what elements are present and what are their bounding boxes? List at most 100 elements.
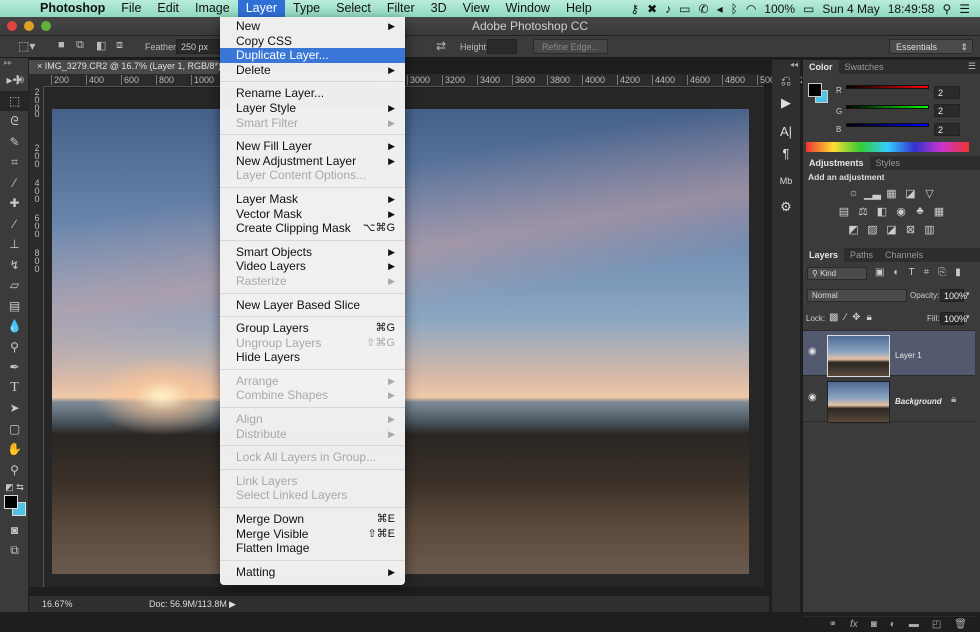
eyedropper-tool-icon[interactable]: ⁄ (0, 173, 29, 194)
marquee-tool-preset-icon[interactable]: ⬚▾ (18, 39, 35, 53)
spotlight-icon[interactable]: ⚲ (942, 2, 951, 16)
new-group-icon[interactable]: ▬ (909, 619, 919, 630)
menu-item-new-adjustment-layer[interactable]: New Adjustment Layer ▶ (220, 154, 405, 169)
menu-item-new[interactable]: New ▶ (220, 19, 405, 34)
brightness-contrast-icon[interactable]: ☼ (847, 187, 860, 199)
menu-edit[interactable]: Edit (149, 0, 187, 17)
tab-adjustments[interactable]: Adjustments (803, 156, 870, 170)
mini-bridge-icon[interactable]: Mb (772, 170, 800, 192)
height-input[interactable] (487, 39, 517, 54)
filter-toggle-icon[interactable]: ▮ (955, 267, 961, 278)
paragraph-panel-icon[interactable]: ¶ (772, 142, 800, 164)
wifi-icon[interactable]: ◠ (746, 2, 756, 16)
refine-edge-button[interactable]: Refine Edge... (533, 39, 609, 54)
shape-tool-icon[interactable]: ▢ (0, 419, 29, 440)
type-tool-icon[interactable]: T (0, 378, 29, 399)
menu-type[interactable]: Type (285, 0, 328, 17)
history-panel-icon[interactable]: ⎌ (772, 70, 800, 92)
dodge-tool-icon[interactable]: ⚲ (0, 337, 29, 358)
clone-stamp-tool-icon[interactable]: ⊥ (0, 234, 29, 255)
menu-help[interactable]: Help (558, 0, 600, 17)
subtract-selection-icon[interactable]: ◧ (96, 39, 106, 52)
menu-window[interactable]: Window (498, 0, 558, 17)
move-tool-icon[interactable]: ▸✚ (0, 70, 29, 91)
menu-filter[interactable]: Filter (379, 0, 423, 17)
tab-layers[interactable]: Layers (803, 248, 845, 262)
hue-saturation-icon[interactable]: ▤ (838, 205, 851, 218)
menu-file[interactable]: File (113, 0, 149, 17)
visibility-eye-icon[interactable]: ◉ (808, 346, 817, 357)
menu-item-new-fill-layer[interactable]: New Fill Layer ▶ (220, 139, 405, 154)
link-layers-icon[interactable]: ⚭ (829, 619, 837, 630)
tools-icon[interactable]: ✖ (647, 2, 657, 16)
battery-icon[interactable]: ▭ (803, 2, 814, 16)
menu-layer[interactable]: Layer (237, 0, 285, 17)
menu-item-flatten-image[interactable]: Flatten Image (220, 541, 405, 556)
fill-input[interactable]: 100% (940, 312, 967, 325)
filter-type-icon[interactable]: T (909, 267, 915, 278)
layer-name[interactable]: Background (895, 397, 942, 406)
foreground-color-swatch[interactable] (4, 495, 18, 509)
ruler-origin[interactable] (29, 74, 44, 87)
menu-item-delete[interactable]: Delete ▶ (220, 63, 405, 78)
filter-smart-object-icon[interactable]: ⎘ (938, 267, 946, 278)
quick-selection-tool-icon[interactable]: ✎ (0, 132, 29, 153)
menu-item-duplicate-layer[interactable]: Duplicate Layer... (220, 48, 405, 63)
menu-3d[interactable]: 3D (423, 0, 455, 17)
menu-item-copy-css[interactable]: Copy CSS (220, 34, 405, 49)
lasso-tool-icon[interactable]: ᘓ (0, 111, 29, 132)
r-slider[interactable] (846, 85, 929, 89)
opacity-dropdown-icon[interactable]: ▾ (966, 290, 970, 298)
airplay-icon[interactable]: ▭ (679, 2, 690, 16)
filter-adjustment-icon[interactable]: ◐ (893, 267, 899, 278)
swap-dimensions-icon[interactable]: ⇄ (436, 39, 446, 53)
g-value[interactable]: 2 (934, 104, 960, 117)
panel-collapse-icon[interactable]: ▸▸ (0, 58, 28, 70)
lock-transparent-icon[interactable]: ▩ (829, 312, 838, 323)
b-slider[interactable] (846, 123, 929, 127)
color-spectrum-bar[interactable] (806, 142, 969, 152)
key-icon[interactable]: ⚷ (630, 2, 639, 16)
zoom-tool-icon[interactable]: ⚲ (0, 460, 29, 481)
quick-mask-icon[interactable]: ◙ (0, 520, 29, 541)
add-to-selection-icon[interactable]: ⧉ (76, 39, 84, 52)
hand-tool-icon[interactable]: ✋ (0, 439, 29, 460)
color-balance-icon[interactable]: ⚖ (857, 205, 870, 218)
character-panel-icon[interactable]: A| (772, 120, 800, 142)
photo-filter-icon[interactable]: ◉ (895, 205, 908, 218)
feather-input[interactable]: 250 px (176, 39, 220, 54)
color-lookup-icon[interactable]: ▦ (933, 205, 946, 218)
crop-tool-icon[interactable]: ⌗ (0, 152, 29, 173)
menu-item-merge-visible[interactable]: Merge Visible ⇧⌘E (220, 527, 405, 542)
blur-tool-icon[interactable]: 💧 (0, 316, 29, 337)
menu-item-hide-layers[interactable]: Hide Layers (220, 350, 405, 365)
r-value[interactable]: 2 (934, 86, 960, 99)
screen-mode-icon[interactable]: ⧉ (0, 541, 29, 562)
vertical-ruler[interactable]: 200 0 200 400 600 800 (29, 87, 44, 587)
clock-time[interactable]: 18:49:58 (888, 2, 935, 16)
actions-panel-icon[interactable]: ▶ (772, 92, 800, 114)
zoom-level[interactable]: 16.67% (42, 599, 73, 609)
tab-channels[interactable]: Channels (879, 248, 929, 262)
b-value[interactable]: 2 (934, 123, 960, 136)
lock-all-icon[interactable]: 🔒︎ (867, 312, 872, 323)
layer-filter-select[interactable]: ⚲ Kind (807, 267, 867, 280)
posterize-icon[interactable]: ▨ (866, 223, 879, 236)
invert-icon[interactable]: ◩ (847, 223, 860, 236)
new-layer-icon[interactable]: ◰ (932, 619, 941, 630)
levels-icon[interactable]: ▁▃ (864, 187, 881, 200)
panel-menu-icon[interactable]: ☰ (968, 61, 976, 72)
tab-styles[interactable]: Styles (870, 156, 907, 170)
fill-dropdown-icon[interactable]: ▾ (966, 313, 970, 321)
fg-color-chip[interactable] (808, 83, 822, 97)
menu-item-merge-down[interactable]: Merge Down ⌘E (220, 512, 405, 527)
delete-layer-icon[interactable]: 🗑︎ (954, 619, 967, 630)
visibility-eye-icon[interactable]: ◉ (808, 392, 817, 403)
curves-icon[interactable]: ▦ (885, 187, 898, 200)
lock-image-icon[interactable]: ∕ (844, 312, 846, 323)
menu-view[interactable]: View (455, 0, 498, 17)
bluetooth-icon[interactable]: ᛒ (731, 2, 738, 16)
filter-pixel-icon[interactable]: ▣ (875, 267, 884, 278)
document-tab[interactable]: × IMG_3279.CR2 @ 16.7% (Layer 1, RGB/8*)… (29, 60, 227, 74)
notification-center-icon[interactable]: ☰ (959, 2, 970, 16)
